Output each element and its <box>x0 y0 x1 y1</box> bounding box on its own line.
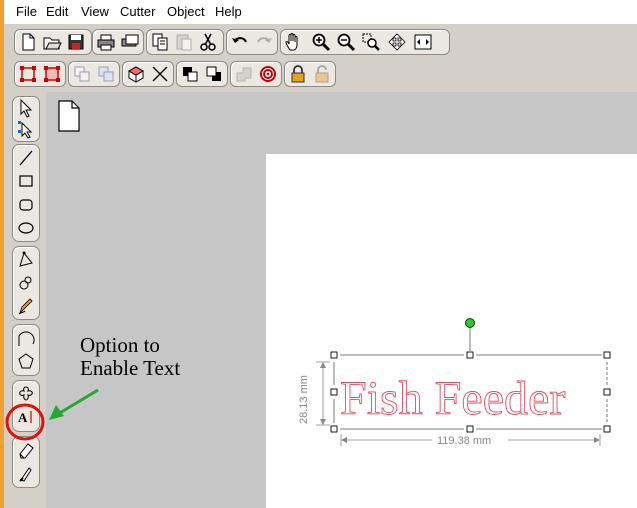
height-dimension <box>316 361 330 426</box>
width-label: 119.38 mm <box>437 435 491 447</box>
annotation-text: Option to Enable Text <box>80 334 180 380</box>
highlight-circle <box>5 403 45 441</box>
annotation-line-2: Enable Text <box>80 356 181 380</box>
annotation-line-1: Option to <box>80 333 160 357</box>
annotation-arrow <box>49 388 99 420</box>
design-overlay: Fish Feeder 28.13 mm 119.38 mm <box>5 318 611 447</box>
height-label: 28.13 mm <box>298 375 310 424</box>
design-text[interactable]: Fish Feeder <box>340 372 566 426</box>
rotation-handle[interactable] <box>465 318 475 328</box>
